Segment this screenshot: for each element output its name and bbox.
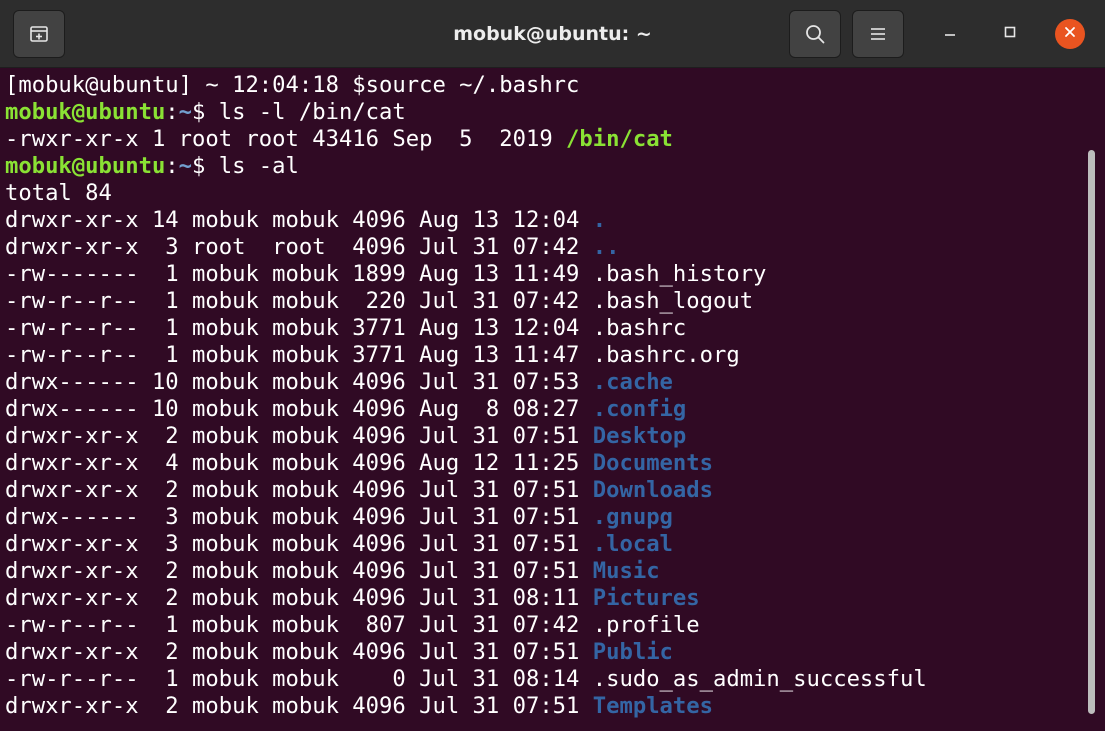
terminal-line: [mobuk@ubuntu] ~ 12:04:18 $source ~/.bas…	[5, 72, 580, 98]
listing-row: drwx------ 10 mobuk mobuk 4096 Jul 31 07…	[5, 369, 927, 396]
directory-name: Music	[592, 558, 660, 584]
file-meta: drwxr-xr-x 14 mobuk mobuk 4096 Aug 13 12…	[5, 207, 593, 233]
file-meta: drwxr-xr-x 3 root root 4096 Jul 31 07:42	[5, 234, 593, 260]
terminal-output[interactable]: [mobuk@ubuntu] ~ 12:04:18 $source ~/.bas…	[0, 68, 1105, 731]
file-meta: drwx------ 3 mobuk mobuk 4096 Jul 31 07:…	[5, 504, 593, 530]
directory-listing: drwxr-xr-x 14 mobuk mobuk 4096 Aug 13 12…	[5, 207, 927, 720]
search-button[interactable]	[789, 10, 841, 58]
prompt-user: mobuk@ubuntu	[5, 153, 166, 179]
prompt-path: ~	[178, 153, 193, 179]
directory-name: Documents	[592, 450, 713, 476]
file-name: .bash_history	[592, 261, 767, 287]
terminal-window: mobuk@ubuntu: ~ [mobuk@ubuntu] ~ 12:04:1…	[0, 0, 1105, 731]
file-name: .sudo_as_admin_successful	[592, 666, 927, 692]
listing-row: drwxr-xr-x 2 mobuk mobuk 4096 Jul 31 07:…	[5, 558, 927, 585]
listing-row: -rwxr-xr-x 1 root root 43416 Sep 5 2019 …	[5, 126, 927, 153]
listing-row: drwxr-xr-x 2 mobuk mobuk 4096 Jul 31 07:…	[5, 477, 927, 504]
prompt-command: ls -al	[218, 153, 299, 179]
listing-row: -rw-r--r-- 1 mobuk mobuk 807 Jul 31 07:4…	[5, 612, 927, 639]
menu-button[interactable]	[852, 10, 904, 58]
directory-name: ..	[592, 234, 620, 260]
directory-name: .config	[592, 396, 687, 422]
file-meta: -rw-r--r-- 1 mobuk mobuk 0 Jul 31 08:14	[5, 666, 593, 692]
prompt-command: ls -l /bin/cat	[218, 99, 406, 125]
prompt-dollar: $	[192, 99, 219, 125]
terminal-lines: [mobuk@ubuntu] ~ 12:04:18 $source ~/.bas…	[5, 72, 927, 720]
file-meta: drwxr-xr-x 2 mobuk mobuk 4096 Jul 31 07:…	[5, 558, 593, 584]
file-meta: -rw-r--r-- 1 mobuk mobuk 807 Jul 31 07:4…	[5, 612, 593, 638]
listing-row: drwxr-xr-x 2 mobuk mobuk 4096 Jul 31 07:…	[5, 423, 927, 450]
file-meta: drwxr-xr-x 3 mobuk mobuk 4096 Jul 31 07:…	[5, 531, 593, 557]
maximize-icon	[1003, 25, 1017, 44]
minimize-icon	[943, 25, 957, 44]
minimize-button[interactable]	[935, 19, 965, 49]
file-meta: -rw-r--r-- 1 mobuk mobuk 3771 Aug 13 12:…	[5, 315, 593, 341]
directory-name: Downloads	[592, 477, 713, 503]
file-meta: drwxr-xr-x 2 mobuk mobuk 4096 Jul 31 07:…	[5, 423, 593, 449]
listing-row: drwxr-xr-x 3 mobuk mobuk 4096 Jul 31 07:…	[5, 531, 927, 558]
directory-name: Pictures	[592, 585, 700, 611]
file-meta: drwxr-xr-x 4 mobuk mobuk 4096 Aug 12 11:…	[5, 450, 593, 476]
search-icon	[804, 23, 826, 45]
file-meta: -rw------- 1 mobuk mobuk 1899 Aug 13 11:…	[5, 261, 593, 287]
file-meta: drwx------ 10 mobuk mobuk 4096 Jul 31 07…	[5, 369, 593, 395]
listing-row: drwxr-xr-x 2 mobuk mobuk 4096 Jul 31 07:…	[5, 693, 927, 720]
file-name: .bashrc	[592, 315, 687, 341]
prompt-dollar: $	[192, 153, 219, 179]
file-meta: drwxr-xr-x 2 mobuk mobuk 4096 Jul 31 07:…	[5, 693, 593, 719]
scrollbar[interactable]	[1088, 150, 1095, 714]
prompt-user: mobuk@ubuntu	[5, 99, 166, 125]
listing-row: -rw------- 1 mobuk mobuk 1899 Aug 13 11:…	[5, 261, 927, 288]
listing-row: drwxr-xr-x 2 mobuk mobuk 4096 Jul 31 08:…	[5, 585, 927, 612]
directory-name: .cache	[592, 369, 673, 395]
file-meta: drwx------ 10 mobuk mobuk 4096 Aug 8 08:…	[5, 396, 593, 422]
listing-row: drwx------ 10 mobuk mobuk 4096 Aug 8 08:…	[5, 396, 927, 423]
close-icon	[1063, 25, 1077, 44]
file-meta: -rwxr-xr-x 1 root root 43416 Sep 5 2019	[5, 126, 567, 152]
listing-row: drwxr-xr-x 2 mobuk mobuk 4096 Jul 31 07:…	[5, 639, 927, 666]
file-name: .bash_logout	[592, 288, 754, 314]
prompt-separator: :	[165, 99, 179, 125]
prompt-separator: :	[165, 153, 179, 179]
file-name: /bin/cat	[566, 126, 673, 152]
maximize-button[interactable]	[995, 19, 1025, 49]
listing-row: -rw-r--r-- 1 mobuk mobuk 220 Jul 31 07:4…	[5, 288, 927, 315]
prompt-line: mobuk@ubuntu:~$ ls -l /bin/cat	[5, 99, 927, 126]
listing-row: -rw-r--r-- 1 mobuk mobuk 3771 Aug 13 12:…	[5, 315, 927, 342]
directory-name: .	[592, 207, 607, 233]
directory-name: .gnupg	[592, 504, 673, 530]
file-name: .profile	[592, 612, 700, 638]
title-bar[interactable]: mobuk@ubuntu: ~	[0, 0, 1105, 68]
file-meta: drwxr-xr-x 2 mobuk mobuk 4096 Jul 31 08:…	[5, 585, 593, 611]
listing-row: drwxr-xr-x 14 mobuk mobuk 4096 Aug 13 12…	[5, 207, 927, 234]
close-button[interactable]	[1055, 19, 1085, 49]
file-meta: -rw-r--r-- 1 mobuk mobuk 3771 Aug 13 11:…	[5, 342, 593, 368]
listing-row: drwx------ 3 mobuk mobuk 4096 Jul 31 07:…	[5, 504, 927, 531]
directory-name: Templates	[592, 693, 713, 719]
directory-name: Public	[592, 639, 673, 665]
hamburger-menu-icon	[869, 26, 887, 42]
file-name: .bashrc.org	[592, 342, 740, 368]
prompt-line: mobuk@ubuntu:~$ ls -al	[5, 153, 927, 180]
file-meta: drwxr-xr-x 2 mobuk mobuk 4096 Jul 31 07:…	[5, 639, 593, 665]
directory-name: .local	[592, 531, 673, 557]
listing-row: -rw-r--r-- 1 mobuk mobuk 0 Jul 31 08:14 …	[5, 666, 927, 693]
file-meta: -rw-r--r-- 1 mobuk mobuk 220 Jul 31 07:4…	[5, 288, 593, 314]
directory-name: Desktop	[592, 423, 687, 449]
total-line: total 84	[5, 180, 112, 206]
listing-row: drwxr-xr-x 4 mobuk mobuk 4096 Aug 12 11:…	[5, 450, 927, 477]
file-meta: drwxr-xr-x 2 mobuk mobuk 4096 Jul 31 07:…	[5, 477, 593, 503]
listing-row: -rw-r--r-- 1 mobuk mobuk 3771 Aug 13 11:…	[5, 342, 927, 369]
prompt-path: ~	[178, 99, 193, 125]
listing-row: drwxr-xr-x 3 root root 4096 Jul 31 07:42…	[5, 234, 927, 261]
